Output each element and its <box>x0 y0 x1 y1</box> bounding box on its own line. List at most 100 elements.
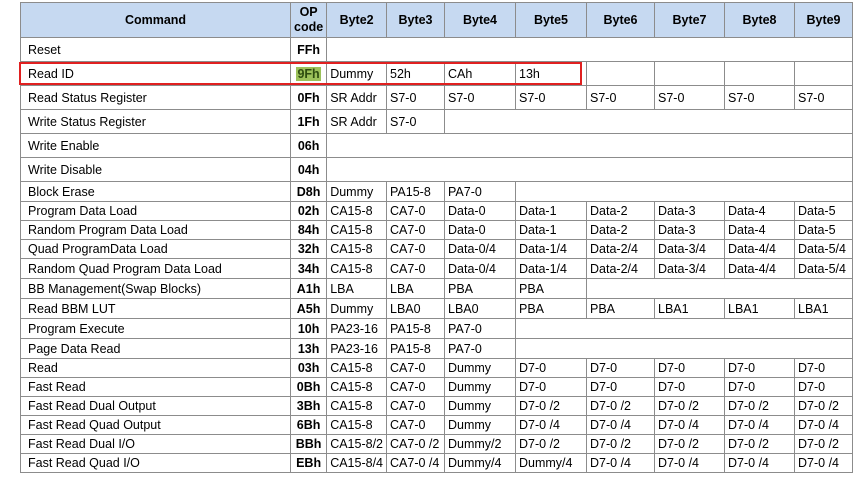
byte-cell: Data-1/4 <box>515 239 587 259</box>
header-op-line1: OP <box>299 5 318 19</box>
byte-cell: D7-0 /2 <box>515 434 587 454</box>
table-body: Reset FFh Read ID 9Fh Dummy 52h CAh 13h Read Sta… <box>20 37 853 473</box>
byte-cell: CA15-8 <box>326 239 387 259</box>
byte-cell: D7-0 /2 <box>654 396 725 416</box>
byte-cell: Data-3 <box>654 201 725 221</box>
byte-cell: CA15-8 <box>326 396 387 416</box>
byte-cell: 52h <box>386 61 445 86</box>
op-code: A5h <box>289 298 328 319</box>
byte-cell: S7-0 <box>515 85 587 110</box>
table-row: Random Quad Program Data Load 34h CA15-8 CA… <box>20 258 853 279</box>
op-code: 0Fh <box>289 85 328 110</box>
table-row: Program Execute 10h PA23-16 PA15-8 PA7-0 <box>20 318 853 339</box>
byte-cell: D7-0 <box>794 377 853 397</box>
table-row: Fast Read Dual I/O BBh CA15-8/2 CA7-0 /2 Dum… <box>20 434 853 454</box>
table-row: Write Enable 06h <box>20 133 853 158</box>
byte-cell: LBA0 <box>444 298 516 319</box>
empty-bytes-cell <box>326 133 853 158</box>
byte-cell: D7-0 /4 <box>515 415 587 435</box>
command-name: BB Management(Swap Blocks) <box>20 278 291 299</box>
byte-cell: CA7-0 <box>386 396 445 416</box>
byte-cell: CA7-0 /4 <box>386 453 445 473</box>
byte-cell: D7-0 /2 <box>586 396 655 416</box>
byte-cell: Data-2 <box>586 201 655 221</box>
op-code: A1h <box>289 278 328 299</box>
byte-cell: LBA <box>386 278 445 299</box>
byte-cell: Data-2/4 <box>586 239 655 259</box>
op-code: 6Bh <box>289 415 328 435</box>
byte-cell: D7-0 /4 <box>724 453 795 473</box>
byte-cell: D7-0 /2 <box>794 434 853 454</box>
byte-cell: S7-0 <box>654 85 725 110</box>
byte-cell: PA7-0 <box>444 318 516 339</box>
command-table: Command OP code Byte2 Byte3 Byte4 Byte5 B… <box>20 2 853 473</box>
op-code: FFh <box>289 37 328 62</box>
byte-cell: D7-0 <box>654 358 725 378</box>
byte-cell: Dummy <box>444 396 516 416</box>
byte-cell: PA15-8 <box>386 338 445 359</box>
empty-bytes-cell <box>326 157 853 182</box>
byte-cell: CA7-0 <box>386 358 445 378</box>
byte-cell: CA7-0 /2 <box>386 434 445 454</box>
byte-cell: CA15-8 <box>326 220 387 240</box>
byte-cell: PA15-8 <box>386 181 445 202</box>
command-name: Write Enable <box>20 133 291 158</box>
empty-byte-cell <box>586 61 655 86</box>
byte-cell: Data-0 <box>444 220 516 240</box>
byte-cell: D7-0 <box>515 358 587 378</box>
command-name: Random Program Data Load <box>20 220 291 240</box>
byte-cell: Dummy <box>326 298 387 319</box>
header-op-code: OP code <box>289 2 328 38</box>
command-name: Fast Read Dual Output <box>20 396 291 416</box>
byte-cell: Data-1/4 <box>515 258 587 279</box>
byte-cell: CA15-8/4 <box>326 453 387 473</box>
byte-cell: CA15-8/2 <box>326 434 387 454</box>
op-code: 1Fh <box>289 109 328 134</box>
header-row: Command OP code Byte2 Byte3 Byte4 Byte5 B… <box>20 2 853 38</box>
byte-cell: CA7-0 <box>386 415 445 435</box>
command-name: Fast Read Quad I/O <box>20 453 291 473</box>
empty-bytes-cell <box>515 338 853 359</box>
empty-bytes-cell <box>586 278 853 299</box>
byte-cell: Data-1 <box>515 201 587 221</box>
command-name: Quad ProgramData Load <box>20 239 291 259</box>
byte-cell: LBA1 <box>794 298 853 319</box>
command-name: Read BBM LUT <box>20 298 291 319</box>
op-code: EBh <box>289 453 328 473</box>
empty-byte-cell <box>654 61 725 86</box>
byte-cell: CA7-0 <box>386 377 445 397</box>
byte-cell: PBA <box>586 298 655 319</box>
byte-cell: CA7-0 <box>386 220 445 240</box>
byte-cell: D7-0 /4 <box>586 453 655 473</box>
byte-cell: PBA <box>444 278 516 299</box>
header-byte8: Byte8 <box>724 2 795 38</box>
byte-cell: CAh <box>444 61 516 86</box>
byte-cell: D7-0 /2 <box>794 396 853 416</box>
byte-cell: Dummy/2 <box>444 434 516 454</box>
byte-cell: D7-0 <box>724 377 795 397</box>
table-row: Page Data Read 13h PA23-16 PA15-8 PA7-0 <box>20 338 853 359</box>
byte-cell: PA7-0 <box>444 338 516 359</box>
table-row: Fast Read Dual Output 3Bh CA15-8 CA7-0 Dummy… <box>20 396 853 416</box>
command-name: Page Data Read <box>20 338 291 359</box>
command-name: Read Status Register <box>20 85 291 110</box>
table-row: Read BBM LUT A5h Dummy LBA0 LBA0 PBA PBA LBA1 LB… <box>20 298 853 319</box>
byte-cell: D7-0 /2 <box>724 396 795 416</box>
byte-cell: PBA <box>515 278 587 299</box>
byte-cell: CA7-0 <box>386 201 445 221</box>
byte-cell: S7-0 <box>724 85 795 110</box>
byte-cell: D7-0 /4 <box>794 453 853 473</box>
command-name: Program Data Load <box>20 201 291 221</box>
byte-cell: Data-4/4 <box>724 258 795 279</box>
op-code: 02h <box>289 201 328 221</box>
byte-cell: LBA <box>326 278 387 299</box>
table-row: Program Data Load 02h CA15-8 CA7-0 Data-0 Dat… <box>20 201 853 221</box>
byte-cell: Dummy/4 <box>444 453 516 473</box>
byte-cell: CA15-8 <box>326 358 387 378</box>
command-name: Read ID <box>20 61 291 86</box>
command-name: Fast Read <box>20 377 291 397</box>
op-code: 06h <box>289 133 328 158</box>
byte-cell: Data-3/4 <box>654 239 725 259</box>
empty-bytes-cell <box>515 181 853 202</box>
op-code: BBh <box>289 434 328 454</box>
